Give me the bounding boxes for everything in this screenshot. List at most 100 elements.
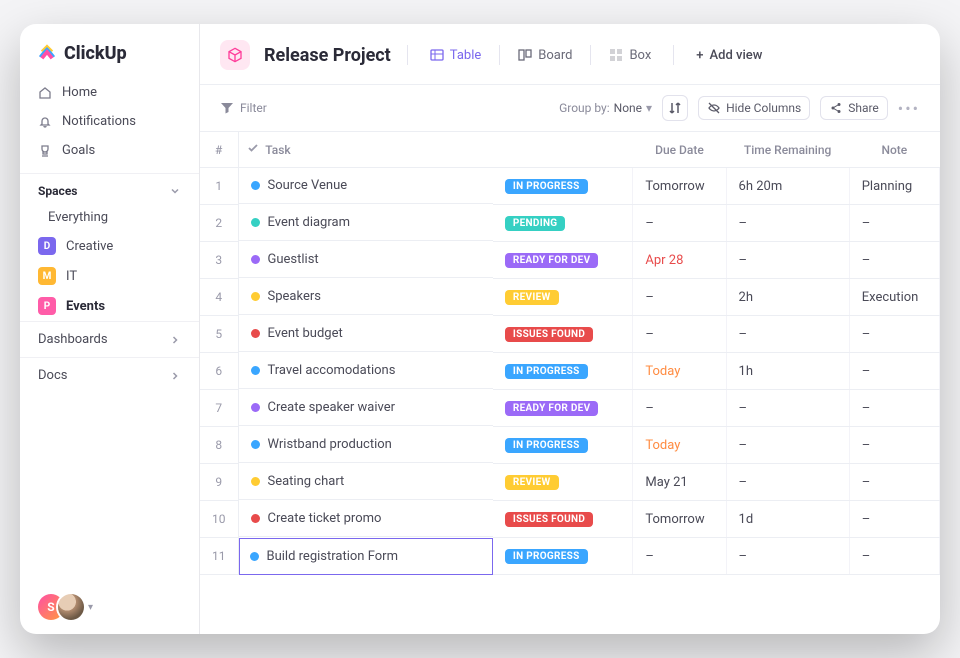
col-task[interactable]: Task [238, 132, 493, 168]
sidebar-item-goals[interactable]: Goals [20, 136, 199, 165]
col-status[interactable] [493, 132, 633, 168]
time-cell[interactable]: 2h [726, 279, 849, 316]
add-view-button[interactable]: + Add view [690, 44, 768, 67]
table-row[interactable]: 4 Speakers REVIEW – 2h Execution [200, 279, 940, 316]
note-cell[interactable]: – [849, 242, 939, 279]
status-cell[interactable]: IN PROGRESS [493, 427, 633, 464]
time-cell[interactable]: 1h [726, 353, 849, 390]
status-cell[interactable]: IN PROGRESS [493, 538, 633, 575]
time-cell[interactable]: – [726, 242, 849, 279]
time-cell[interactable]: 1d [726, 501, 849, 538]
view-tab-box[interactable]: Box [603, 44, 657, 67]
status-cell[interactable]: REVIEW [493, 464, 633, 501]
note-cell[interactable]: Execution [849, 279, 939, 316]
col-note[interactable]: Note [849, 132, 939, 168]
time-cell[interactable]: – [726, 205, 849, 242]
note-cell[interactable]: – [849, 501, 939, 538]
status-cell[interactable]: ISSUES FOUND [493, 501, 633, 538]
sidebar-item-creative[interactable]: D Creative [20, 231, 199, 261]
avatar-stack[interactable]: S ▾ [20, 580, 199, 634]
main-panel: Release Project Table Board Box + Add vi… [200, 24, 940, 634]
table-row[interactable]: 7 Create speaker waiver READY FOR DEV – … [200, 390, 940, 427]
sidebar-item-it[interactable]: M IT [20, 261, 199, 291]
row-number: 11 [200, 538, 238, 575]
table-row[interactable]: 2 Event diagram PENDING – – – [200, 205, 940, 242]
table-row[interactable]: 3 Guestlist READY FOR DEV Apr 28 – – [200, 242, 940, 279]
task-cell[interactable]: Travel accomodations [239, 353, 493, 389]
status-cell[interactable]: READY FOR DEV [493, 390, 633, 427]
groupby-dropdown[interactable]: Group by: None ▾ [559, 101, 652, 115]
status-cell[interactable]: IN PROGRESS [493, 168, 633, 205]
note-cell[interactable]: – [849, 316, 939, 353]
task-cell[interactable]: Event budget [239, 316, 493, 352]
view-tab-board[interactable]: Board [512, 44, 578, 67]
sidebar-item-everything[interactable]: Everything [20, 204, 199, 231]
row-number: 5 [200, 316, 238, 353]
hide-columns-button[interactable]: Hide Columns [698, 96, 810, 120]
sort-button[interactable] [662, 95, 688, 121]
due-cell[interactable]: Today [633, 427, 726, 464]
time-cell[interactable]: – [726, 464, 849, 501]
table-row[interactable]: 6 Travel accomodations IN PROGRESS Today… [200, 353, 940, 390]
sidebar-item-dashboards[interactable]: Dashboards [20, 321, 199, 357]
table-row[interactable]: 11 Build registration Form IN PROGRESS –… [200, 538, 940, 575]
due-cell[interactable]: Tomorrow [633, 168, 726, 205]
note-cell[interactable]: – [849, 464, 939, 501]
time-cell[interactable]: – [726, 427, 849, 464]
col-due[interactable]: Due Date [633, 132, 726, 168]
note-cell[interactable]: – [849, 427, 939, 464]
note-cell[interactable]: – [849, 538, 939, 575]
time-cell[interactable]: – [726, 390, 849, 427]
sidebar-item-docs[interactable]: Docs [20, 357, 199, 393]
note-cell[interactable]: – [849, 390, 939, 427]
task-cell[interactable]: Speakers [239, 279, 493, 315]
due-cell[interactable]: – [633, 279, 726, 316]
due-cell[interactable]: – [633, 205, 726, 242]
due-cell[interactable]: – [633, 390, 726, 427]
table-row[interactable]: 9 Seating chart REVIEW May 21 – – [200, 464, 940, 501]
due-cell[interactable]: – [633, 538, 726, 575]
sidebar-item-notifications[interactable]: Notifications [20, 107, 199, 136]
col-number[interactable]: # [200, 132, 238, 168]
status-cell[interactable]: READY FOR DEV [493, 242, 633, 279]
more-menu-button[interactable]: ••• [898, 99, 920, 118]
share-button[interactable]: Share [820, 96, 888, 120]
sidebar-item-events[interactable]: P Events [20, 291, 199, 321]
status-cell[interactable]: ISSUES FOUND [493, 316, 633, 353]
table-row[interactable]: 8 Wristband production IN PROGRESS Today… [200, 427, 940, 464]
sidebar-item-home[interactable]: Home [20, 78, 199, 107]
note-cell[interactable]: – [849, 353, 939, 390]
filter-button[interactable]: Filter [220, 101, 267, 115]
task-name: Source Venue [268, 178, 348, 193]
task-cell[interactable]: Build registration Form [239, 538, 493, 575]
view-tab-table[interactable]: Table [424, 44, 487, 67]
due-cell[interactable]: Tomorrow [633, 501, 726, 538]
time-cell[interactable]: 6h 20m [726, 168, 849, 205]
time-cell[interactable]: – [726, 316, 849, 353]
due-cell[interactable]: Apr 28 [633, 242, 726, 279]
col-time[interactable]: Time Remaining [726, 132, 849, 168]
status-cell[interactable]: REVIEW [493, 279, 633, 316]
logo[interactable]: ClickUp [20, 42, 199, 78]
nav-label: Home [62, 85, 97, 100]
due-cell[interactable]: – [633, 316, 726, 353]
task-cell[interactable]: Seating chart [239, 464, 493, 500]
task-cell[interactable]: Wristband production [239, 427, 493, 463]
time-cell[interactable]: – [726, 538, 849, 575]
task-name: Travel accomodations [268, 363, 396, 378]
note-cell[interactable]: Planning [849, 168, 939, 205]
task-cell[interactable]: Source Venue [239, 168, 493, 204]
status-cell[interactable]: PENDING [493, 205, 633, 242]
task-cell[interactable]: Create speaker waiver [239, 390, 493, 426]
table-row[interactable]: 5 Event budget ISSUES FOUND – – – [200, 316, 940, 353]
task-cell[interactable]: Create ticket promo [239, 501, 493, 537]
table-row[interactable]: 10 Create ticket promo ISSUES FOUND Tomo… [200, 501, 940, 538]
due-cell[interactable]: Today [633, 353, 726, 390]
due-cell[interactable]: May 21 [633, 464, 726, 501]
table-row[interactable]: 1 Source Venue IN PROGRESS Tomorrow 6h 2… [200, 168, 940, 205]
task-cell[interactable]: Guestlist [239, 242, 493, 278]
status-cell[interactable]: IN PROGRESS [493, 353, 633, 390]
note-cell[interactable]: – [849, 205, 939, 242]
task-cell[interactable]: Event diagram [239, 205, 493, 241]
spaces-header[interactable]: Spaces [20, 173, 199, 204]
